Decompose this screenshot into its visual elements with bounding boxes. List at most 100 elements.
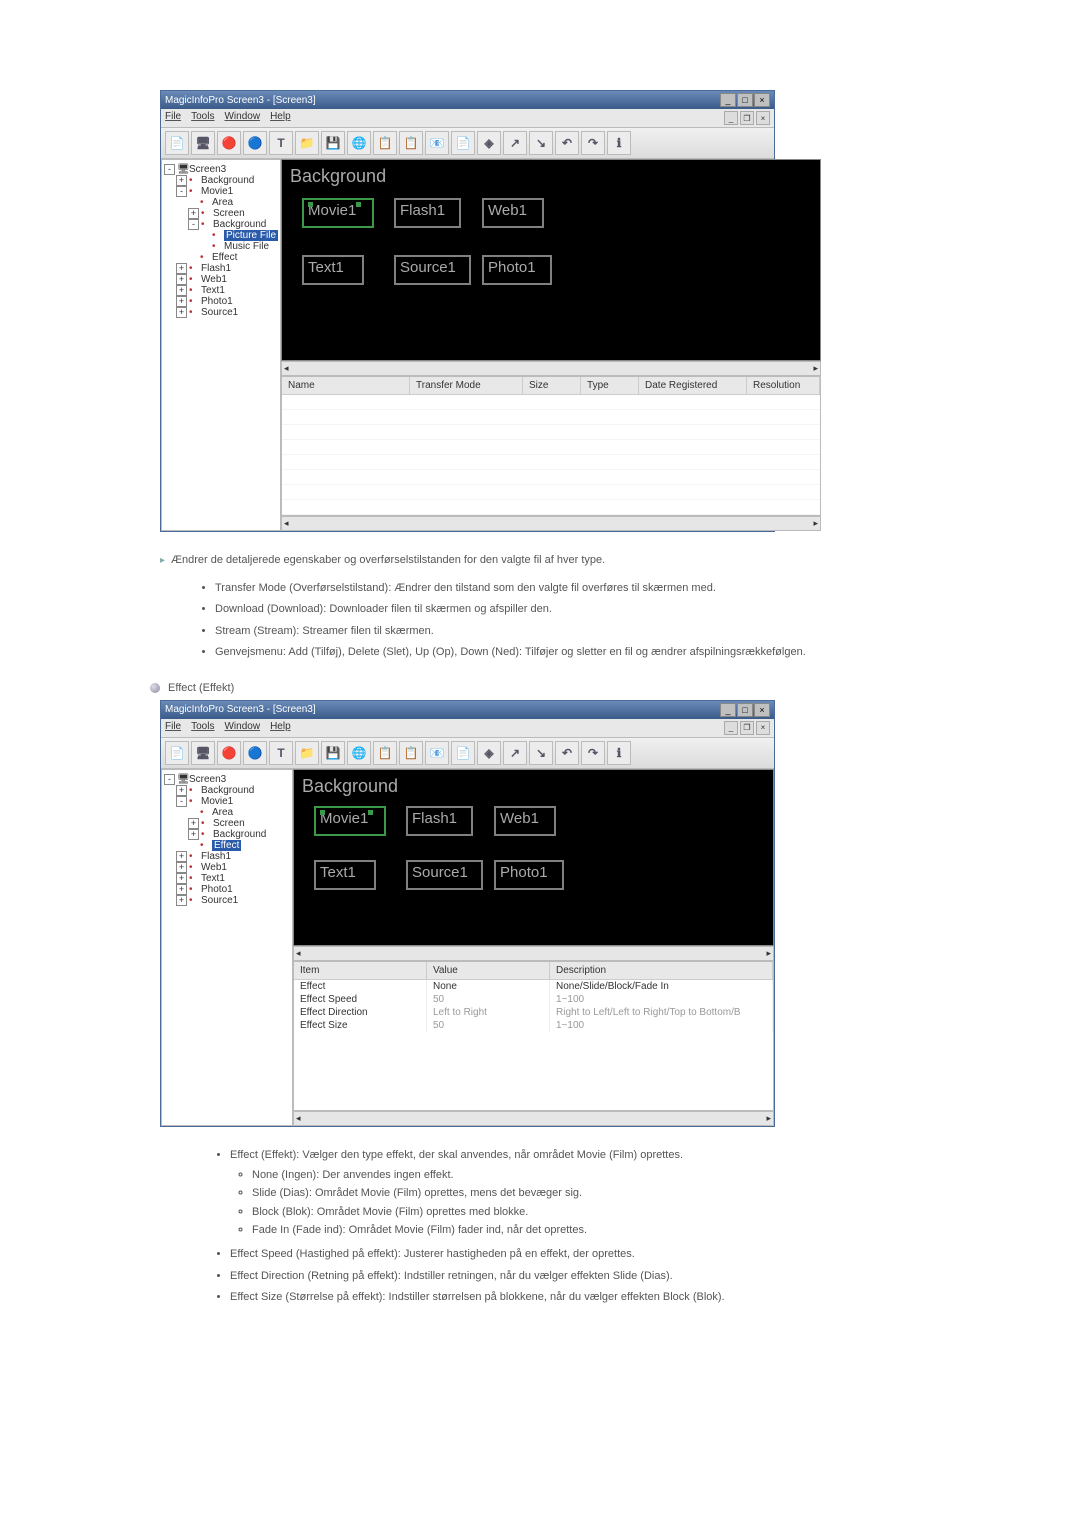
col-date-registered[interactable]: Date Registered bbox=[639, 377, 747, 394]
child-close-icon[interactable]: × bbox=[756, 111, 770, 125]
slot-movie1[interactable]: Movie1 bbox=[302, 198, 374, 228]
tree-node-area[interactable]: •Area bbox=[164, 807, 290, 818]
toolbar-btn-10[interactable]: 📧 bbox=[425, 741, 449, 765]
tree-node-background[interactable]: +•Background bbox=[164, 175, 278, 186]
menu-window[interactable]: Window bbox=[224, 111, 260, 125]
toolbar-btn-17[interactable]: ℹ bbox=[607, 741, 631, 765]
slot-flash1[interactable]: Flash1 bbox=[406, 806, 473, 836]
toolbar-btn-2[interactable]: 🔴 bbox=[217, 741, 241, 765]
col-size[interactable]: Size bbox=[523, 377, 581, 394]
tree-node-movie1[interactable]: -•Movie1 bbox=[164, 186, 278, 197]
toolbar-btn-17[interactable]: ℹ bbox=[607, 131, 631, 155]
toolbar-btn-5[interactable]: 📁 bbox=[295, 741, 319, 765]
canvas[interactable]: Background Movie1 Flash1 Web1 Text1 Sour… bbox=[281, 159, 821, 361]
close-icon[interactable]: × bbox=[754, 93, 770, 107]
effect-grid[interactable]: ItemValueDescription EffectNoneNone/Slid… bbox=[293, 961, 774, 1111]
slot-photo1[interactable]: Photo1 bbox=[482, 255, 552, 285]
toolbar-btn-10[interactable]: 📧 bbox=[425, 131, 449, 155]
grid-h-scrollbar[interactable]: ◂▸ bbox=[293, 1111, 774, 1126]
tree-node-area[interactable]: •Area bbox=[164, 197, 278, 208]
child-min-icon[interactable]: _ bbox=[724, 111, 738, 125]
tree-node-screen[interactable]: +•Screen bbox=[164, 818, 290, 829]
tree-node-background[interactable]: +•Background bbox=[164, 829, 290, 840]
menu-help[interactable]: Help bbox=[270, 111, 291, 125]
slot-web1[interactable]: Web1 bbox=[482, 198, 544, 228]
col-type[interactable]: Type bbox=[581, 377, 639, 394]
toolbar-btn-6[interactable]: 💾 bbox=[321, 131, 345, 155]
toolbar-btn-3[interactable]: 🔵 bbox=[243, 741, 267, 765]
toolbar-btn-2[interactable]: 🔴 bbox=[217, 131, 241, 155]
toolbar-btn-9[interactable]: 📋 bbox=[399, 741, 423, 765]
tree-node-screen[interactable]: +•Screen bbox=[164, 208, 278, 219]
tree-node-photo1[interactable]: +•Photo1 bbox=[164, 296, 278, 307]
toolbar-btn-13[interactable]: ↗ bbox=[503, 131, 527, 155]
grid-h-scrollbar[interactable]: ◂▸ bbox=[281, 516, 821, 531]
file-grid[interactable]: NameTransfer ModeSizeTypeDate Registered… bbox=[281, 376, 821, 516]
tree-node-source1[interactable]: +•Source1 bbox=[164, 307, 278, 318]
tree-node-picture-file[interactable]: •Picture File bbox=[164, 230, 278, 241]
tree-node-movie1[interactable]: -•Movie1 bbox=[164, 796, 290, 807]
tree-node-web1[interactable]: +•Web1 bbox=[164, 274, 278, 285]
tree-node-photo1[interactable]: +•Photo1 bbox=[164, 884, 290, 895]
toolbar-btn-7[interactable]: 🌐 bbox=[347, 131, 371, 155]
table-row[interactable]: Effect Size501~100 bbox=[294, 1019, 773, 1032]
col-item[interactable]: Item bbox=[294, 962, 427, 979]
slot-text1[interactable]: Text1 bbox=[302, 255, 364, 285]
col-transfer-mode[interactable]: Transfer Mode bbox=[410, 377, 523, 394]
slot-photo1[interactable]: Photo1 bbox=[494, 860, 564, 890]
toolbar-btn-9[interactable]: 📋 bbox=[399, 131, 423, 155]
tree-node-flash1[interactable]: +•Flash1 bbox=[164, 263, 278, 274]
slot-movie1[interactable]: Movie1 bbox=[314, 806, 386, 836]
tree-root[interactable]: -🖥Screen3 bbox=[164, 774, 290, 785]
tree-node-text1[interactable]: +•Text1 bbox=[164, 285, 278, 296]
tree-node-source1[interactable]: +•Source1 bbox=[164, 895, 290, 906]
slot-text1[interactable]: Text1 bbox=[314, 860, 376, 890]
minimize-icon[interactable]: _ bbox=[720, 703, 736, 717]
toolbar-btn-14[interactable]: ↘ bbox=[529, 741, 553, 765]
tree-root[interactable]: -🖥Screen3 bbox=[164, 164, 278, 175]
toolbar-btn-0[interactable]: 📄 bbox=[165, 741, 189, 765]
toolbar-btn-16[interactable]: ↷ bbox=[581, 131, 605, 155]
toolbar-btn-12[interactable]: ◈ bbox=[477, 131, 501, 155]
child-restore-icon[interactable]: ❐ bbox=[740, 111, 754, 125]
menu-tools[interactable]: Tools bbox=[191, 111, 214, 125]
menu-window[interactable]: Window bbox=[224, 721, 260, 735]
tree-node-text1[interactable]: +•Text1 bbox=[164, 873, 290, 884]
table-row[interactable]: EffectNoneNone/Slide/Block/Fade In bbox=[294, 980, 773, 993]
tree-panel[interactable]: -🖥Screen3+•Background-•Movie1•Area+•Scre… bbox=[161, 769, 293, 1126]
child-min-icon[interactable]: _ bbox=[724, 721, 738, 735]
col-value[interactable]: Value bbox=[427, 962, 550, 979]
maximize-icon[interactable]: □ bbox=[737, 703, 753, 717]
slot-source1[interactable]: Source1 bbox=[394, 255, 471, 285]
child-close-icon[interactable]: × bbox=[756, 721, 770, 735]
toolbar-btn-13[interactable]: ↗ bbox=[503, 741, 527, 765]
menu-help[interactable]: Help bbox=[270, 721, 291, 735]
toolbar-btn-6[interactable]: 💾 bbox=[321, 741, 345, 765]
toolbar-btn-8[interactable]: 📋 bbox=[373, 131, 397, 155]
tree-node-effect[interactable]: •Effect bbox=[164, 252, 278, 263]
menu-tools[interactable]: Tools bbox=[191, 721, 214, 735]
tree-node-music-file[interactable]: •Music File bbox=[164, 241, 278, 252]
toolbar-btn-15[interactable]: ↶ bbox=[555, 131, 579, 155]
tree-node-background[interactable]: +•Background bbox=[164, 785, 290, 796]
toolbar-btn-3[interactable]: 🔵 bbox=[243, 131, 267, 155]
menu-file[interactable]: File bbox=[165, 721, 181, 735]
toolbar-btn-11[interactable]: 📄 bbox=[451, 741, 475, 765]
toolbar-btn-5[interactable]: 📁 bbox=[295, 131, 319, 155]
toolbar-btn-12[interactable]: ◈ bbox=[477, 741, 501, 765]
child-restore-icon[interactable]: ❐ bbox=[740, 721, 754, 735]
toolbar-btn-7[interactable]: 🌐 bbox=[347, 741, 371, 765]
toolbar-btn-14[interactable]: ↘ bbox=[529, 131, 553, 155]
col-name[interactable]: Name bbox=[282, 377, 410, 394]
toolbar-btn-8[interactable]: 📋 bbox=[373, 741, 397, 765]
tree-panel[interactable]: -🖥Screen3+•Background-•Movie1•Area+•Scre… bbox=[161, 159, 281, 531]
toolbar-btn-0[interactable]: 📄 bbox=[165, 131, 189, 155]
slot-web1[interactable]: Web1 bbox=[494, 806, 556, 836]
toolbar-btn-4[interactable]: T bbox=[269, 131, 293, 155]
slot-source1[interactable]: Source1 bbox=[406, 860, 483, 890]
toolbar-btn-15[interactable]: ↶ bbox=[555, 741, 579, 765]
h-scrollbar[interactable]: ◂▸ bbox=[293, 946, 774, 961]
toolbar-btn-1[interactable]: 🖥 bbox=[191, 131, 215, 155]
tree-node-web1[interactable]: +•Web1 bbox=[164, 862, 290, 873]
slot-flash1[interactable]: Flash1 bbox=[394, 198, 461, 228]
